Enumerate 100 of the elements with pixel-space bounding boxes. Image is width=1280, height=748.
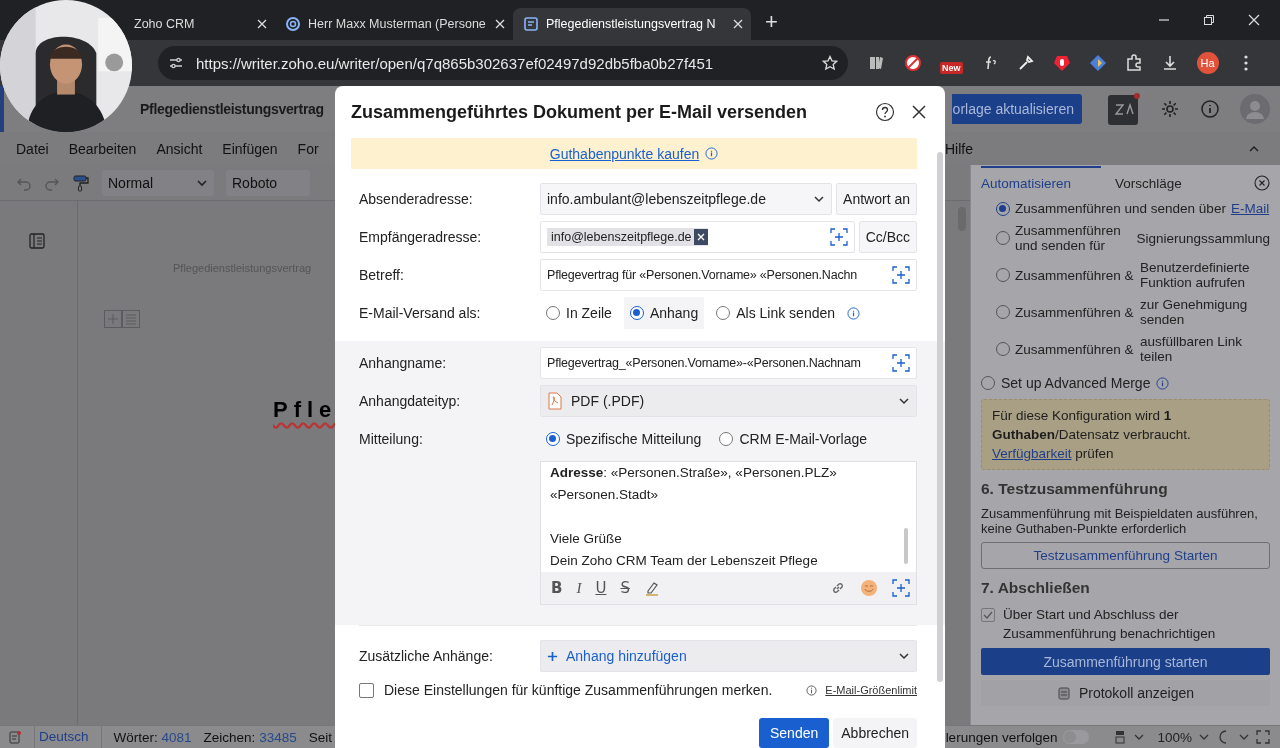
field-label: Absenderadresse: [359, 191, 474, 207]
menu-item[interactable]: Einfügen [222, 140, 278, 157]
page-count: Seit [308, 729, 332, 745]
menu-item[interactable]: For [297, 140, 319, 157]
recipient-chip[interactable]: info@lebenszeitpflege.de [547, 228, 708, 246]
radio-button[interactable] [719, 432, 734, 446]
book-icon[interactable] [868, 54, 886, 72]
size-limit-link[interactable]: E-Mail-Größenlimit [825, 684, 917, 696]
info-icon[interactable] [1156, 376, 1170, 390]
update-template-button[interactable]: orlage aktualisieren [951, 94, 1082, 124]
subject-field[interactable]: Pflegevertrag für «Personen.Vorname» «Personen.Nachn [540, 259, 917, 291]
info-icon[interactable] [1200, 99, 1220, 119]
profile-avatar[interactable]: Ha [1196, 52, 1219, 74]
show-log-button[interactable]: Protokoll anzeigen [981, 680, 1270, 706]
scrollbar[interactable] [904, 528, 908, 564]
puzzle-icon[interactable] [1124, 54, 1143, 72]
menu-item[interactable]: Ansicht [156, 140, 203, 157]
page-layout-icon[interactable] [1113, 730, 1128, 744]
panel-tab[interactable]: Vorschläge [1115, 166, 1182, 199]
radio-button[interactable] [546, 306, 560, 320]
panel-tab[interactable]: Automatisieren [981, 166, 1102, 199]
format-button[interactable]: B [551, 579, 563, 597]
radio-button[interactable] [981, 376, 995, 390]
radio-label: CRM E-Mail-Vorlage [739, 431, 867, 447]
site-settings-icon[interactable] [168, 55, 184, 71]
insert-field-icon[interactable] [892, 579, 910, 597]
message-text: «Personen.Stadt» [550, 486, 660, 504]
cc-bcc-button[interactable]: Cc/Bcc [858, 221, 917, 253]
option-label: Set up Advanced Merge [1001, 375, 1151, 391]
star-icon[interactable] [822, 55, 838, 71]
document-icon [523, 16, 539, 32]
radio-button[interactable] [716, 306, 731, 320]
info-icon[interactable] [847, 306, 861, 320]
insert-field-icon[interactable] [892, 266, 910, 284]
ai-assistant-icon[interactable] [1108, 93, 1140, 125]
insert-field-icon[interactable] [829, 228, 848, 246]
hand-icon[interactable] [1052, 54, 1071, 72]
close-icon[interactable] [911, 104, 927, 120]
browser-tab[interactable]: Pflegedienstleistungsvertrag N [513, 8, 751, 40]
menu-item[interactable]: Bearbeiten [68, 140, 137, 157]
radio-button[interactable] [546, 432, 560, 446]
format-button[interactable]: S [620, 579, 630, 597]
buy-credits-link[interactable]: Guthabenpunkte kaufen [549, 145, 700, 162]
recipient-field[interactable]: info@lebenszeitpflege.de [540, 221, 855, 253]
checkbox[interactable] [359, 682, 374, 698]
field-label: Anhangname: [359, 355, 448, 371]
reply-to-button[interactable]: Antwort an [836, 183, 917, 215]
settings-icon[interactable] [1160, 99, 1180, 119]
scrollbar[interactable] [937, 152, 943, 682]
browser-tab[interactable]: Zoho CRM [132, 8, 275, 40]
radio-button[interactable] [629, 306, 644, 320]
email-link[interactable]: E-Mail [1230, 201, 1270, 216]
info-icon[interactable] [705, 147, 719, 160]
new-tab-button[interactable]: + [765, 9, 778, 35]
checkbox[interactable] [981, 608, 995, 622]
address-bar[interactable]: https://writer.zoho.eu/writer/open/q7q865b302637ef02497d92db5fba0b27f451 [158, 46, 848, 80]
menu-item[interactable]: Hilfe [945, 140, 973, 157]
availability-link[interactable]: Verfügbarkeit [992, 446, 1072, 461]
highlighter-icon[interactable] [643, 580, 660, 596]
browser-tab[interactable]: Herr Maxx Musterman (Persone [275, 8, 513, 40]
diamond-icon[interactable] [1088, 54, 1107, 72]
cancel-button[interactable]: Abbrechen [833, 718, 917, 748]
field-label: Mitteilung: [359, 431, 424, 447]
radio-label: Spezifische Mitteilung [566, 431, 702, 447]
start-merge-button[interactable]: Zusammenführung starten [981, 648, 1270, 675]
font-dropdown[interactable]: Roboto [226, 169, 310, 196]
radio-button[interactable] [996, 342, 1010, 356]
outline-panel-icon[interactable] [29, 233, 45, 249]
format-button[interactable]: I [576, 579, 582, 597]
radio-button[interactable] [996, 231, 1010, 245]
extension-new-badge[interactable]: New [940, 62, 963, 74]
file-type-dropdown[interactable]: PDF (.PDF) [540, 385, 917, 417]
message-editor[interactable]: Adresse: «Personen.Straße», «Personen.PLZ» «Personen.Stadt» Viele Grüße Dein Zoho CRM Team der Lebenszeit Pflege B I U S [540, 461, 917, 605]
blocked-icon[interactable] [904, 54, 922, 72]
sender-dropdown[interactable]: info.ambulant@lebenszeitpflege.de [540, 183, 833, 215]
send-button[interactable]: Senden [759, 718, 830, 748]
fullscreen-icon[interactable] [1256, 730, 1270, 744]
paint-roller-icon[interactable] [72, 173, 90, 192]
zoom-level[interactable]: 100% [1157, 729, 1192, 745]
dialog-title: Zusammengeführtes Dokument per E-Mail versenden [351, 101, 809, 123]
remove-icon[interactable] [693, 229, 708, 245]
menu-item[interactable]: Datei [16, 140, 49, 157]
close-icon[interactable] [1254, 174, 1270, 191]
format-button[interactable]: U [595, 579, 607, 597]
test-merge-button[interactable]: Testzusammenführung Starten [981, 542, 1270, 569]
radio-button[interactable] [996, 201, 1010, 216]
paragraph-style-dropdown[interactable]: Normal [102, 169, 214, 196]
help-icon[interactable] [875, 102, 895, 122]
chevron-down-icon [898, 650, 910, 662]
info-icon[interactable] [806, 684, 818, 696]
link-icon[interactable] [830, 580, 846, 596]
add-attachment-dropdown[interactable]: Anhang hinzufügen [540, 640, 917, 672]
section-heading: 6. Testzusammenführung [981, 480, 1169, 498]
field-label: E-Mail-Versand als: [359, 305, 482, 321]
insert-field-icon[interactable] [892, 354, 910, 372]
emoji-icon[interactable] [860, 579, 878, 597]
restore-icon[interactable] [1203, 14, 1215, 26]
radio-button[interactable] [996, 268, 1010, 282]
radio-button[interactable] [996, 305, 1010, 319]
attachment-name-field[interactable]: Pflegevertrag_«Personen.Vorname»-«Personen.Nachnam [540, 347, 917, 379]
